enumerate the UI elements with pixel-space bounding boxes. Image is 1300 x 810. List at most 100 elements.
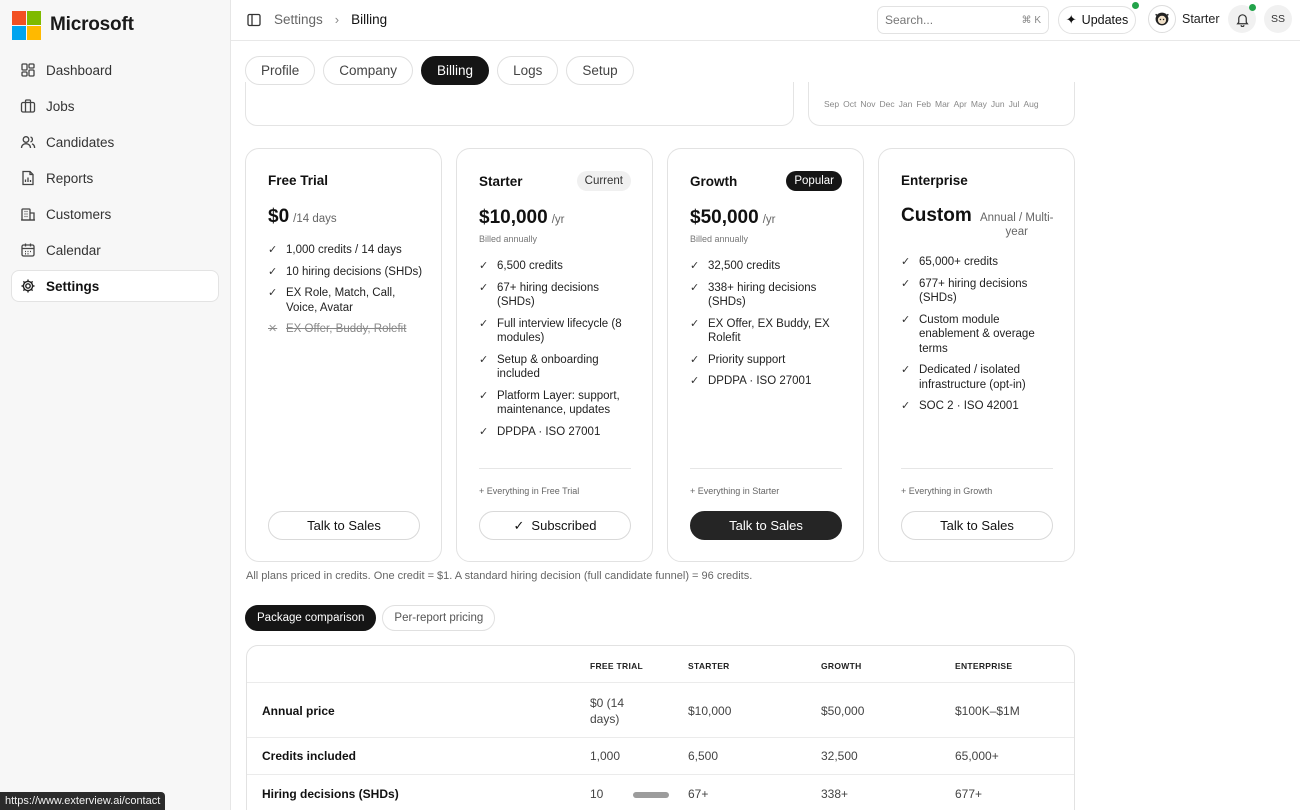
plan-feature: ✓ Dedicated / isolated infrastructure (op… [901,363,1057,392]
search-input[interactable]: Search... ⌘ K [877,6,1049,34]
settings-tabs: Profile Company Billing Logs Setup [245,56,634,85]
plan-name: Growth [690,174,738,189]
plan-price: $0 [268,206,290,227]
table-cell: $10,000 [688,704,732,718]
plan-price: Custom [901,205,972,226]
current-plan-label[interactable]: Starter [1182,12,1220,26]
table-cell: $50,000 [821,704,865,718]
plan-feature-text: 65,000+ credits [919,256,998,268]
check-icon: ✓ [479,260,489,272]
usage-chart-card: Sep Oct Nov Dec Jan Feb Mar Apr May Jun Jul Aug [808,82,1075,126]
sidebar-item-label: Jobs [46,98,75,114]
plan-period: /14 days [293,213,337,225]
plan-feature: ✓ DPDPA · ISO 27001 [690,374,846,389]
plan-period: /yr [762,214,776,226]
plan-price-row: Custom Annual / Multi-year [901,205,1058,239]
column-header: STARTER [688,661,730,671]
plan-feature-text: EX Offer, Buddy, Rolefit [286,323,407,335]
plan-feature-text: Dedicated / isolated infrastructure (opt… [919,364,1026,391]
table-header-row: FREE TRIAL STARTER GROWTH ENTERPRISE [247,646,1074,683]
plan-card-growth: Growth Popular $50,000 /yr Billed annual… [667,148,864,562]
search-shortcut: ⌘ K [1021,14,1041,26]
plan-feature-text: DPDPA · ISO 27001 [497,425,601,438]
tab-billing[interactable]: Billing [421,56,490,85]
package-comparison-tab[interactable]: Package comparison [245,605,377,631]
sidebar-nav: Dashboard Jobs Candidates Reports Custom… [11,54,219,306]
updates-button[interactable]: ✦ Updates [1058,6,1136,34]
breadcrumb-billing: Billing [351,12,388,27]
updates-label: Updates [1081,13,1129,27]
sidebar-item-dashboard[interactable]: Dashboard [11,54,219,86]
check-icon: ✓ [901,364,911,376]
table-cell: 1,000 [590,749,621,763]
talk-to-sales-button[interactable]: Talk to Sales [690,511,842,540]
month-tick-label: May [970,99,987,109]
table-cell: 6,500 [688,749,719,763]
table-cell: 65,000+ [955,749,999,763]
check-icon: ✓ [901,277,911,290]
per-report-pricing-tab[interactable]: Per-report pricing [382,605,496,631]
user-initials-avatar[interactable]: SS [1264,5,1292,33]
table-cell: $0 (14 days) [590,696,625,726]
plan-feature: ✓ 10 hiring decisions (SHDs) [268,265,424,280]
plan-price: $50,000 [690,207,759,228]
tab-company[interactable]: Company [323,56,414,85]
plan-feature-text: 677+ hiring decisions (SHDs) [919,277,1028,305]
tab-setup[interactable]: Setup [566,56,634,85]
check-icon: ✓ [479,281,489,294]
gear-icon [20,278,36,294]
row-label: Hiring decisions (SHDs) [262,787,399,801]
talk-to-sales-button[interactable]: Talk to Sales [268,511,420,540]
sidebar-toggle-icon[interactable] [246,12,262,28]
subscribed-button[interactable]: ✓ Subscribed [479,511,631,540]
check-icon: ✓ [690,375,700,387]
tab-profile[interactable]: Profile [245,56,316,85]
divider [690,468,842,469]
avatar[interactable] [1148,5,1176,33]
brand-name: Microsoft [50,14,134,35]
plan-feature-text: Custom module enablement & overage terms [919,313,1035,355]
plan-price-row: $10,000 /yr [479,207,564,229]
tab-logs[interactable]: Logs [497,56,559,85]
sidebar-item-reports[interactable]: Reports [11,162,219,194]
table-cell: 338+ [821,787,849,801]
sidebar-item-candidates[interactable]: Candidates [11,126,219,158]
plan-card-free-trial: Free Trial $0 /14 days ✓ 1,000 credits / … [245,148,442,562]
user-avatar-icon [1151,8,1173,30]
plan-feature-list: ✓ 6,500 credits ✓ 67+ hiring decisions (SH… [479,259,635,446]
link-preview-status: https://www.exterview.ai/contact [0,792,166,810]
chevron-right-icon: › [334,12,340,27]
sidebar-item-label: Dashboard [46,62,113,78]
plan-feature-list: ✓ 1,000 credits / 14 days ✓ 10 hiring deci… [268,243,424,344]
check-icon: ✓ [268,244,278,256]
cross-icon: ✕ [268,323,278,335]
calendar-icon [20,242,36,258]
plan-feature-text: SOC 2 · ISO 42001 [919,400,1019,412]
plan-name: Starter [479,174,523,189]
sidebar-item-jobs[interactable]: Jobs [11,90,219,122]
check-icon: ✓ [690,260,700,272]
horizontal-scrollbar[interactable] [633,792,669,798]
check-icon: ✓ [690,353,700,366]
building-icon [20,206,36,222]
report-icon [20,170,36,186]
month-tick-label: Apr [953,99,967,109]
plan-feature: ✓ SOC 2 · ISO 42001 [901,399,1057,414]
sidebar-item-label: Settings [46,278,100,294]
row-label: Annual price [262,704,335,718]
sidebar-item-settings[interactable]: Settings [11,270,219,302]
updates-dot-icon [1132,2,1139,9]
subscribed-label: Subscribed [531,518,597,533]
breadcrumb-settings[interactable]: Settings [274,12,323,27]
plan-billing-note: Billed annually [690,234,749,244]
sidebar-item-calendar[interactable]: Calendar [11,234,219,266]
table-row: Credits included 1,000 6,500 32,500 65,0… [247,738,1074,775]
brand[interactable]: Microsoft [12,10,134,40]
plan-includes-note: + Everything in Starter [690,486,780,496]
check-icon: ✓ [268,265,278,278]
row-label: Credits included [262,749,357,763]
talk-to-sales-button[interactable]: Talk to Sales [901,511,1053,540]
plan-feature: ✓ Platform Layer: support, maintenance, u… [479,389,635,418]
sidebar-item-customers[interactable]: Customers [11,198,219,230]
plan-includes-note: + Everything in Free Trial [479,486,580,496]
